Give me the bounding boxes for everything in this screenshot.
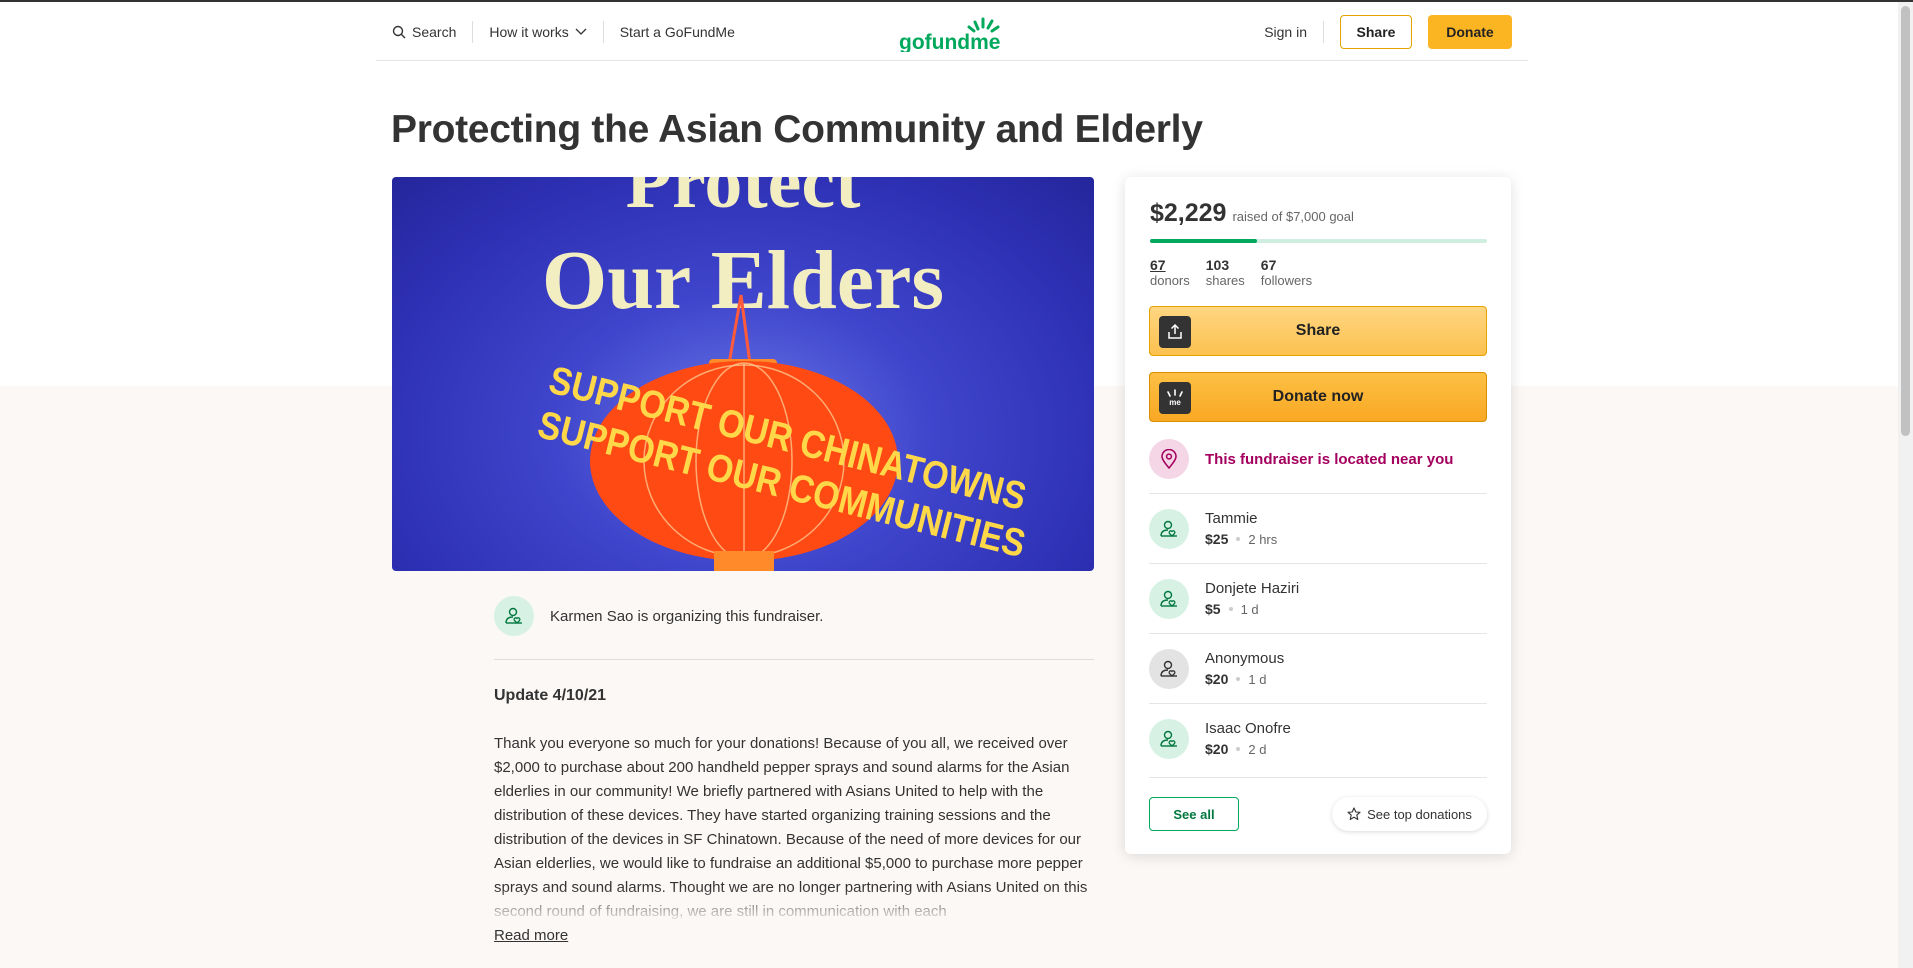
update-title: Update 4/10/21 bbox=[494, 687, 607, 704]
share-button-label: Share bbox=[1295, 322, 1341, 339]
campaign-hero-image: Protect Our Elders SUPPORT OUR CHINATOWN… bbox=[392, 177, 1094, 571]
scrollbar-thumb[interactable] bbox=[1901, 6, 1910, 436]
header-donate-button[interactable]: Donate bbox=[1428, 14, 1512, 49]
donation-amount: $20 bbox=[1205, 741, 1229, 757]
search-label: Search bbox=[412, 23, 457, 40]
user-heart-icon bbox=[1160, 730, 1177, 747]
donation-item: Tammie $25 2 hrs bbox=[1149, 493, 1487, 563]
location-notice-text: This fundraiser is located near you bbox=[1205, 450, 1454, 468]
donation-time: 1 d bbox=[1240, 601, 1259, 617]
goal-text: raised of $7,000 goal bbox=[1232, 209, 1354, 224]
user-heart-icon bbox=[1160, 660, 1177, 677]
campaign-stats: 67 donors 103 shares 67 followers bbox=[1150, 257, 1312, 288]
user-heart-icon bbox=[1160, 590, 1177, 607]
header-share-button[interactable]: Share bbox=[1340, 14, 1412, 49]
user-heart-icon bbox=[1160, 520, 1177, 537]
organizer-avatar bbox=[494, 596, 534, 636]
story-divider bbox=[494, 659, 1094, 660]
donor-name: Anonymous bbox=[1205, 650, 1285, 667]
gofundme-logo[interactable]: gofundme bbox=[898, 16, 1008, 54]
organizer-text: Karmen Sao is organizing this fundraiser… bbox=[550, 607, 824, 625]
separator-dot bbox=[1236, 677, 1241, 681]
donation-amount: $25 bbox=[1205, 531, 1229, 547]
donate-now-button[interactable]: me Donate now bbox=[1149, 372, 1487, 422]
campaign-title: Protecting the Asian Community and Elder… bbox=[391, 108, 1203, 151]
svg-text:me: me bbox=[1169, 398, 1181, 407]
chevron-down-icon bbox=[575, 28, 587, 35]
organizer-row: Karmen Sao is organizing this fundraiser… bbox=[494, 596, 823, 636]
stat-donors[interactable]: 67 donors bbox=[1150, 257, 1190, 288]
share-button[interactable]: Share bbox=[1149, 306, 1487, 356]
donor-name: Tammie bbox=[1205, 510, 1258, 527]
see-all-button[interactable]: See all bbox=[1149, 797, 1239, 831]
user-heart-icon bbox=[505, 607, 522, 624]
donor-avatar bbox=[1149, 718, 1189, 759]
stat-label: donors bbox=[1150, 273, 1190, 288]
donation-item: Anonymous $20 1 d bbox=[1149, 633, 1487, 703]
sign-in-link[interactable]: Sign in bbox=[1248, 20, 1324, 43]
story-fade bbox=[494, 888, 1094, 924]
hero-text-protect: Protect bbox=[626, 177, 861, 224]
start-gofundme-label: Start a GoFundMe bbox=[619, 23, 735, 40]
donation-time: 2 hrs bbox=[1248, 531, 1278, 547]
separator-dot bbox=[1228, 607, 1233, 611]
start-gofundme-link[interactable]: Start a GoFundMe bbox=[604, 21, 751, 43]
location-pin-icon bbox=[1149, 439, 1189, 479]
see-top-donations-label: See top donations bbox=[1367, 806, 1472, 822]
progress-fill bbox=[1150, 239, 1258, 243]
nav-left: Search How it works Start a GoFundMe bbox=[392, 2, 751, 61]
donation-item: Isaac Onofre $20 2 d bbox=[1149, 703, 1487, 773]
separator-dot bbox=[1236, 537, 1241, 541]
donation-time: 1 d bbox=[1248, 671, 1267, 687]
donor-avatar bbox=[1149, 508, 1189, 549]
stat-shares: 103 shares bbox=[1206, 257, 1245, 288]
donation-card: $2,229 raised of $7,000 goal 67 donors 10… bbox=[1125, 177, 1511, 854]
share-upload-icon bbox=[1159, 316, 1191, 348]
separator-dot bbox=[1236, 747, 1241, 751]
donor-avatar bbox=[1149, 578, 1189, 619]
stat-number: 67 bbox=[1260, 257, 1277, 273]
see-top-donations-button[interactable]: See top donations bbox=[1332, 797, 1487, 831]
how-it-works-label: How it works bbox=[489, 23, 569, 40]
recent-donations-list: Tammie $25 2 hrs Donjete Haziri $5 1 d Anony… bbox=[1149, 493, 1487, 773]
lantern-base bbox=[714, 551, 774, 571]
search-link[interactable]: Search bbox=[392, 21, 472, 43]
how-it-works-menu[interactable]: How it works bbox=[473, 21, 602, 43]
stat-number: 67 bbox=[1150, 257, 1166, 273]
stat-label: shares bbox=[1205, 273, 1245, 288]
logo-wordmark: gofundme bbox=[899, 31, 1000, 52]
donation-time: 2 d bbox=[1248, 741, 1267, 757]
card-divider bbox=[1149, 777, 1487, 778]
logo-sun-icon bbox=[967, 17, 1000, 33]
donation-amount: $20 bbox=[1205, 671, 1229, 687]
location-notice: This fundraiser is located near you bbox=[1149, 439, 1453, 479]
nav-right: Sign in Share Donate bbox=[1248, 2, 1512, 61]
donor-avatar bbox=[1149, 648, 1189, 689]
page-scrollbar[interactable] bbox=[1898, 2, 1913, 968]
donation-amount: $5 bbox=[1205, 601, 1221, 617]
donate-now-label: Donate now bbox=[1272, 388, 1364, 405]
progress-bar bbox=[1150, 239, 1487, 243]
donor-name: Donjete Haziri bbox=[1205, 580, 1300, 597]
stat-followers: 67 followers bbox=[1261, 257, 1312, 288]
raised-amount: $2,229 bbox=[1150, 199, 1227, 227]
stat-number: 103 bbox=[1205, 257, 1230, 273]
star-icon bbox=[1347, 807, 1361, 821]
donor-name: Isaac Onofre bbox=[1205, 720, 1291, 737]
site-header: Search How it works Start a GoFundMe gof… bbox=[376, 2, 1528, 61]
donation-item: Donjete Haziri $5 1 d bbox=[1149, 563, 1487, 633]
read-more-link[interactable]: Read more bbox=[494, 927, 568, 944]
gofundme-mark-icon: me bbox=[1159, 382, 1191, 414]
amount-raised: $2,229 raised of $7,000 goal bbox=[1150, 199, 1354, 228]
stat-label: followers bbox=[1260, 273, 1313, 288]
search-icon bbox=[392, 25, 406, 38]
